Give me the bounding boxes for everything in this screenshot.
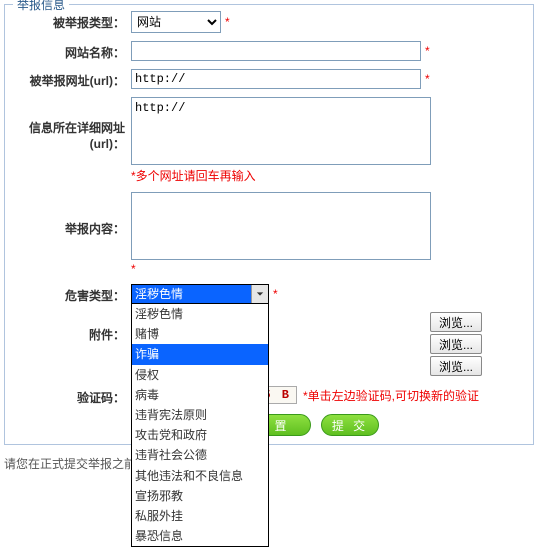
required-mark: *: [425, 44, 430, 58]
detail-url-textarea[interactable]: http://: [131, 97, 431, 165]
report-content-textarea[interactable]: [131, 192, 431, 260]
label-attachment: 附件：: [13, 312, 131, 343]
multi-url-hint: *多个网址请回车再输入: [131, 167, 256, 184]
required-mark: *: [225, 15, 230, 29]
harm-type-option[interactable]: 私服外挂: [132, 506, 268, 526]
harm-type-option[interactable]: 攻击党和政府: [132, 425, 268, 445]
label-site-name: 网站名称：: [13, 41, 131, 61]
harm-type-option[interactable]: 诈骗: [132, 344, 268, 364]
browse-button[interactable]: 浏览...: [430, 356, 482, 376]
chevron-down-icon[interactable]: [251, 285, 268, 303]
harm-type-option[interactable]: 淫秽色情: [132, 304, 268, 324]
target-url-input[interactable]: [131, 69, 421, 89]
label-harm-type: 危害类型：: [13, 284, 131, 304]
label-captcha: 验证码：: [13, 386, 131, 406]
required-mark: *: [131, 262, 136, 276]
required-mark: *: [273, 287, 278, 301]
captcha-hint: *单击左边验证码,可切换新的验证: [303, 387, 479, 404]
label-report-type: 被举报类型：: [13, 11, 131, 31]
harm-type-option[interactable]: 侵权: [132, 365, 268, 385]
site-name-input[interactable]: [131, 41, 421, 61]
harm-type-option[interactable]: 赌博: [132, 324, 268, 344]
harm-type-selected-text: 淫秽色情: [132, 285, 251, 303]
harm-type-option[interactable]: 暴恐信息: [132, 526, 268, 546]
harm-type-option[interactable]: 宣扬邪教: [132, 486, 268, 506]
label-target-url: 被举报网址(url)：: [13, 69, 131, 89]
harm-type-option[interactable]: 其他违法和不良信息: [132, 466, 268, 486]
harm-type-option[interactable]: 违背社会公德: [132, 445, 268, 465]
harm-type-dropdown-list: 淫秽色情赌博诈骗侵权病毒违背宪法原则攻击党和政府违背社会公德其他违法和不良信息宣…: [131, 303, 269, 547]
submit-button[interactable]: 提 交: [321, 414, 379, 436]
report-type-select[interactable]: 网站: [131, 11, 221, 33]
fieldset-legend: 举报信息: [13, 0, 69, 13]
harm-type-option[interactable]: 病毒: [132, 385, 268, 405]
footer-text: 请您在正式提交举报之前: [0, 449, 538, 472]
harm-type-select[interactable]: 淫秽色情: [131, 284, 269, 304]
browse-button[interactable]: 浏览...: [430, 312, 482, 332]
label-content: 举报内容：: [13, 192, 131, 237]
browse-button[interactable]: 浏览...: [430, 334, 482, 354]
required-mark: *: [425, 72, 430, 86]
label-detail-url: 信息所在详细网址 (url)：: [13, 97, 131, 152]
harm-type-option[interactable]: 违背宪法原则: [132, 405, 268, 425]
